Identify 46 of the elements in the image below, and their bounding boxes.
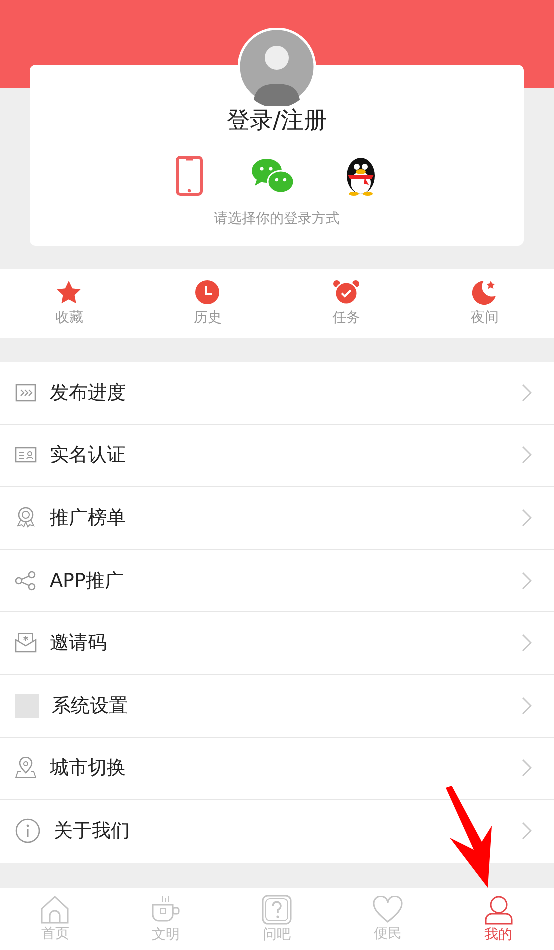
phone-icon[interactable]: [176, 156, 202, 196]
chevrons-icon: [15, 382, 37, 403]
chevron-right-icon: [522, 634, 532, 652]
chevron-right-icon: [522, 759, 532, 778]
chevron-right-icon: [522, 696, 532, 715]
menu-item[interactable]: 关于我们: [0, 800, 554, 863]
info-icon: [15, 818, 41, 844]
menu-item[interactable]: 发布进度: [0, 362, 554, 425]
menu-item[interactable]: 邀请码: [0, 612, 554, 675]
moon-icon: [472, 280, 498, 305]
person-icon: [484, 894, 514, 924]
question-icon: [262, 894, 292, 924]
share-icon: [15, 570, 37, 591]
login-hint: 请选择你的登录方式: [214, 210, 340, 228]
badge-icon: [15, 506, 37, 529]
arrow-icon: [444, 786, 494, 890]
menu-label: 城市切换: [50, 756, 127, 782]
menu-label: 实名认证: [50, 443, 127, 468]
cup-icon: [151, 894, 182, 924]
menu-label: APP推广: [50, 568, 125, 594]
chevron-right-icon: [522, 822, 532, 840]
login-title[interactable]: 登录/注册: [227, 105, 327, 136]
clock-icon: [195, 280, 220, 305]
chat-bubbles-icon[interactable]: [250, 158, 294, 194]
menu-label: 系统设置: [52, 694, 129, 719]
chevron-right-icon: [522, 384, 532, 402]
chevron-right-icon: [522, 446, 532, 464]
home-icon: [40, 896, 70, 924]
chevron-right-icon: [522, 572, 532, 590]
id-card-icon: [15, 446, 37, 464]
star-icon: [56, 280, 82, 305]
menu-label: 邀请码: [50, 631, 108, 656]
menu-label: 关于我们: [54, 819, 131, 844]
chevron-right-icon: [522, 508, 532, 527]
alarm-clock-icon: [332, 280, 360, 305]
tab-item[interactable]: 我的: [443, 888, 554, 950]
menu-item[interactable]: 推广榜单: [0, 487, 554, 550]
menu-label: 推广榜单: [50, 506, 127, 531]
envelope-icon: [15, 633, 37, 654]
location-pin-icon: [15, 757, 37, 780]
menu-label: 发布进度: [50, 380, 127, 406]
menu-item[interactable]: 实名认证: [0, 424, 554, 488]
menu-item[interactable]: APP推广: [0, 550, 554, 612]
avatar-icon[interactable]: [238, 28, 316, 106]
menu-item[interactable]: 系统设置: [0, 674, 554, 738]
heart-icon: [372, 896, 403, 924]
